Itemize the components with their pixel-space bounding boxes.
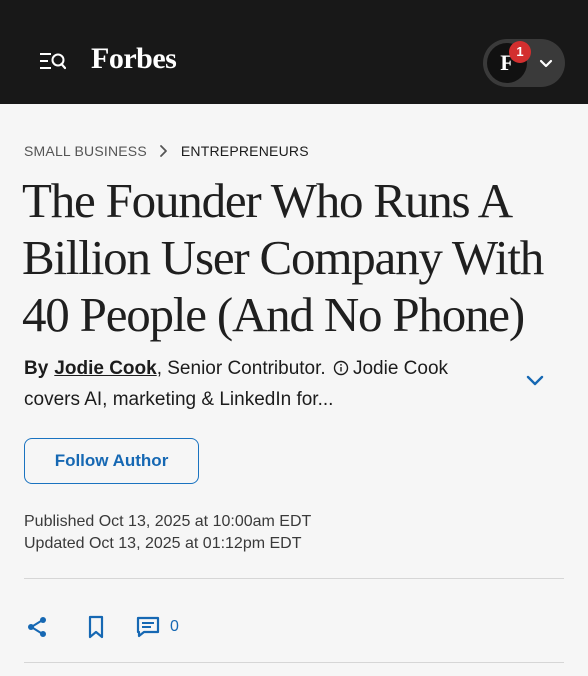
notification-badge: 1: [509, 41, 531, 63]
share-icon[interactable]: [24, 613, 52, 641]
divider: [24, 578, 564, 579]
article-title: The Founder Who Runs A Billion User Comp…: [22, 172, 570, 343]
title-line: The Founder Who Runs A: [22, 173, 513, 228]
account-menu-button[interactable]: F 1: [483, 39, 565, 87]
top-navigation-bar: Forbes F 1: [0, 0, 588, 104]
expand-bio-chevron-icon[interactable]: [524, 373, 546, 389]
chevron-down-icon: [539, 57, 553, 69]
divider: [24, 662, 564, 663]
comment-icon[interactable]: [134, 613, 162, 641]
article-actions: 0: [24, 613, 179, 641]
bookmark-icon[interactable]: [82, 613, 110, 641]
breadcrumb-item-entrepreneurs[interactable]: ENTREPRENEURS: [181, 143, 309, 159]
chevron-right-icon: [159, 144, 169, 158]
follow-author-button[interactable]: Follow Author: [24, 438, 199, 484]
author-byline: By Jodie Cook, Senior Contributor. Jodie …: [24, 353, 494, 415]
publish-dates: Published Oct 13, 2025 at 10:00am EDT Up…: [24, 511, 311, 555]
title-line: 40 People (And No Phone): [22, 287, 525, 342]
by-label: By: [24, 358, 49, 379]
menu-search-icon[interactable]: [40, 50, 67, 74]
info-icon: [333, 355, 349, 376]
forbes-logo[interactable]: Forbes: [91, 42, 177, 76]
breadcrumb: SMALL BUSINESS ENTREPRENEURS: [24, 143, 309, 159]
title-line: Billion User Company With: [22, 230, 544, 285]
author-role: , Senior Contributor.: [156, 358, 326, 379]
updated-date: Updated Oct 13, 2025 at 01:12pm EDT: [24, 535, 302, 552]
published-date: Published Oct 13, 2025 at 10:00am EDT: [24, 513, 312, 530]
comment-count[interactable]: 0: [170, 618, 179, 636]
breadcrumb-item-small-business[interactable]: SMALL BUSINESS: [24, 143, 147, 159]
author-link[interactable]: Jodie Cook: [54, 358, 156, 379]
